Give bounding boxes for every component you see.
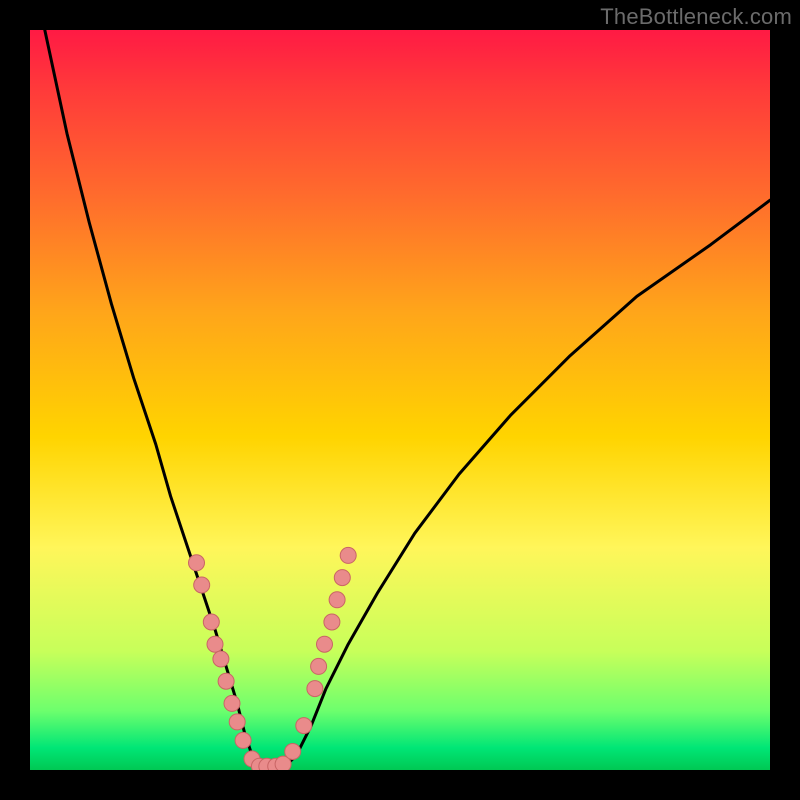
data-dot — [194, 577, 210, 593]
data-dot — [189, 555, 205, 571]
data-dot — [218, 673, 234, 689]
bottleneck-curve — [45, 30, 770, 770]
plot-area — [30, 30, 770, 770]
data-dot — [224, 695, 240, 711]
chart-frame: TheBottleneck.com — [0, 0, 800, 800]
data-dot — [296, 718, 312, 734]
watermark-label: TheBottleneck.com — [600, 4, 792, 30]
data-dot — [213, 651, 229, 667]
data-dot — [229, 714, 245, 730]
data-dot — [235, 732, 251, 748]
data-dot — [329, 592, 345, 608]
data-dot — [324, 614, 340, 630]
data-dot — [285, 744, 301, 760]
dots-group — [189, 547, 357, 770]
data-dot — [207, 636, 223, 652]
curve-svg — [30, 30, 770, 770]
data-dot — [311, 658, 327, 674]
data-dot — [317, 636, 333, 652]
data-dot — [203, 614, 219, 630]
data-dot — [334, 570, 350, 586]
data-dot — [307, 681, 323, 697]
data-dot — [340, 547, 356, 563]
